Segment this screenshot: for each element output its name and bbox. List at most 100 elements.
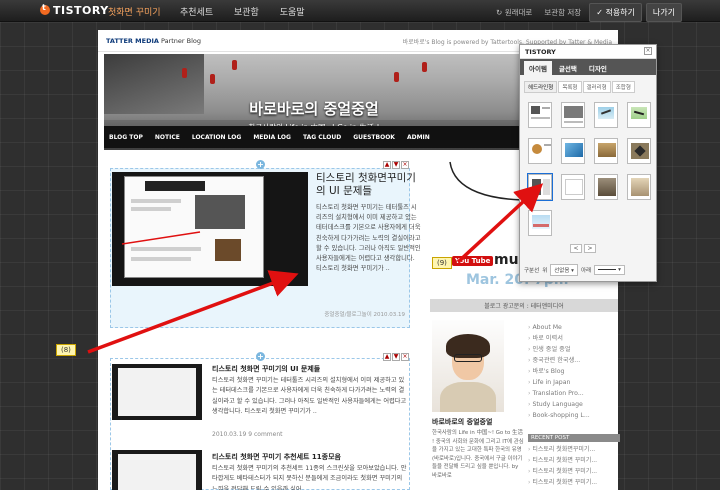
post-title[interactable]: 티스토리 첫화면 꾸미기의 UI 문제들 (212, 364, 320, 374)
featured-thumbnail[interactable] (112, 172, 308, 286)
save-to-storage-button[interactable]: 보관함 저장 (540, 4, 585, 21)
app-topbar: TISTORY 첫화면 꾸미기 추천세트 보관함 도움말 ↻ 원래대로 보관함 … (0, 0, 720, 22)
category-item[interactable]: 바로 이력서 (528, 333, 620, 344)
category-item[interactable]: 중국관련 한국생... (528, 355, 620, 366)
item-picker-panel: TISTORY × 아이템 글선택 디자인 헤드라인형 목록형 갤러리형 조합형… (519, 44, 657, 282)
move-down-icon[interactable]: ▼ (392, 353, 400, 361)
category-item[interactable]: About Me (528, 322, 620, 333)
panel-close-icon[interactable]: × (644, 47, 652, 55)
layout-thumb[interactable] (528, 210, 552, 236)
layout-thumb[interactable] (528, 102, 552, 128)
move-up-icon[interactable]: ▲ (383, 353, 391, 361)
layout-thumb-selected[interactable] (527, 173, 553, 201)
tistory-logo[interactable]: TISTORY (40, 3, 109, 17)
post-thumbnail[interactable] (112, 450, 202, 490)
annotation-label-9: (9) (432, 257, 452, 269)
profile-name: 바로바로의 중얼중얼 (432, 418, 493, 426)
nav-help[interactable]: 도움말 (280, 8, 305, 18)
thumb-photo (215, 239, 241, 261)
layout-thumbnail-grid (527, 102, 651, 236)
recent-post-item[interactable]: 티스토리 첫화면 꾸미기... (528, 455, 620, 466)
pager-next-icon[interactable]: > (584, 244, 596, 253)
subtab-combo[interactable]: 조합형 (611, 81, 635, 93)
divider-bottom-select[interactable]: ▾ (594, 265, 625, 275)
blognav-guestbook[interactable]: GUESTBOOK (353, 134, 395, 141)
add-module-icon[interactable]: + (256, 160, 265, 169)
tab-items[interactable]: 아이템 (524, 61, 552, 75)
avatar-glasses (454, 354, 482, 362)
category-item[interactable]: Life in Japan (528, 377, 620, 388)
layout-thumb[interactable] (627, 138, 651, 164)
tm-logo[interactable]: TATTER MEDIA Partner Blog (106, 37, 201, 45)
thumb-panel (195, 195, 245, 229)
move-up-icon[interactable]: ▲ (383, 161, 391, 169)
post-thumbnail[interactable] (112, 364, 202, 420)
recent-post-item[interactable]: 티스토리 첫화면꾸미기... (528, 444, 620, 455)
blognav-admin[interactable]: ADMIN (407, 134, 430, 141)
avatar-body (440, 382, 496, 412)
layout-thumb[interactable] (561, 138, 585, 164)
recent-post-item[interactable]: 티스토리 첫화면 꾸미기... (528, 466, 620, 477)
featured-title[interactable]: 티스토리 첫화면꾸미기의 UI 문제들 (316, 172, 421, 198)
divider-below-label: 아래 (580, 268, 592, 274)
close-icon[interactable]: × (401, 353, 409, 361)
youtube-badge[interactable]: You Tube (452, 256, 494, 266)
featured-meta: 중얼중얼/블로그놀이 2010.03.19 (324, 312, 405, 318)
exit-button[interactable]: 나가기 (645, 3, 682, 22)
divider-top-select[interactable]: 선없음 ▾ (550, 264, 578, 276)
panel-header[interactable]: TISTORY × (520, 45, 656, 59)
subtab-headline[interactable]: 헤드라인형 (524, 81, 558, 93)
pager-prev-icon[interactable]: < (570, 244, 582, 253)
blognav-blog-top[interactable]: BLOG TOP (109, 134, 143, 141)
tab-design[interactable]: 디자인 (584, 61, 612, 75)
layout-thumb[interactable] (594, 138, 618, 164)
blognav-media-log[interactable]: MEDIA LOG (253, 134, 291, 141)
divider-line-preview (598, 269, 617, 270)
subtab-list[interactable]: 목록형 (558, 81, 582, 93)
recent-post-heading: RECENT POST (528, 434, 620, 442)
blog-title[interactable]: 바로바로의 중얼중얼 (104, 98, 524, 119)
layout-thumb[interactable] (528, 138, 552, 164)
lantern-icon (394, 72, 399, 82)
layout-thumb[interactable] (627, 102, 651, 128)
apply-button[interactable]: ✓ 적용하기 (589, 3, 642, 22)
category-item[interactable]: Book-shopping L... (528, 410, 620, 421)
thumb-row (131, 207, 171, 211)
thumb-row (131, 199, 181, 203)
thumb-row (131, 247, 201, 251)
close-icon[interactable]: × (401, 161, 409, 169)
blognav-notice[interactable]: NOTICE (155, 134, 180, 141)
subtab-gallery[interactable]: 갤러리형 (582, 81, 611, 93)
undo-button[interactable]: ↻ 원래대로 (492, 4, 536, 21)
move-down-icon[interactable]: ▼ (392, 161, 400, 169)
divider-options: 구분선 위 선없음 ▾ 아래 ▾ (520, 259, 656, 281)
editor-name: 첫화면 꾸미기 (108, 8, 161, 18)
layout-thumb[interactable] (561, 174, 585, 200)
tab-post-select[interactable]: 글선택 (554, 61, 582, 75)
divider-pos-label: 위 (542, 268, 548, 274)
layout-thumb[interactable] (594, 102, 618, 128)
category-item[interactable]: 인생 중얼 중얼 (528, 344, 620, 355)
blognav-location-log[interactable]: LOCATION LOG (192, 134, 241, 141)
layout-thumb[interactable] (627, 174, 651, 200)
nav-recommended-sets[interactable]: 추천세트 (180, 8, 213, 18)
module-controls: ▲ ▼ × (383, 161, 409, 169)
avatar[interactable] (432, 320, 504, 412)
category-item[interactable]: 바로's Blog (528, 366, 620, 377)
recent-post-item[interactable]: 티스토리 첫화면 꾸미기... (528, 477, 620, 488)
nav-storage[interactable]: 보관함 (234, 8, 259, 18)
blog-nav: BLOG TOP NOTICE LOCATION LOG MEDIA LOG T… (104, 126, 524, 148)
lantern-icon (422, 62, 427, 72)
category-list: About Me 바로 이력서 인생 중얼 중얼 중국관련 한국생... 바로'… (528, 322, 620, 421)
category-item[interactable]: Study Language (528, 399, 620, 410)
layout-thumb[interactable] (561, 102, 585, 128)
featured-body: 티스토리 첫화면 꾸미기는 테터툴즈 시리즈의 설치형에서 이미 제공하고 있는… (316, 204, 421, 273)
tm-logo-text: TATTER MEDIA (106, 37, 159, 45)
blognav-tag-cloud[interactable]: TAG CLOUD (303, 134, 341, 141)
add-module-icon[interactable]: + (256, 352, 265, 361)
divider-top-value: 선없음 (554, 268, 570, 274)
category-item[interactable]: Translation Pro... (528, 388, 620, 399)
layout-thumb[interactable] (594, 174, 618, 200)
tistory-logo-icon (40, 3, 50, 15)
post-title[interactable]: 티스토리 첫화면 꾸미기 추천세트 11종모음 (212, 452, 341, 462)
